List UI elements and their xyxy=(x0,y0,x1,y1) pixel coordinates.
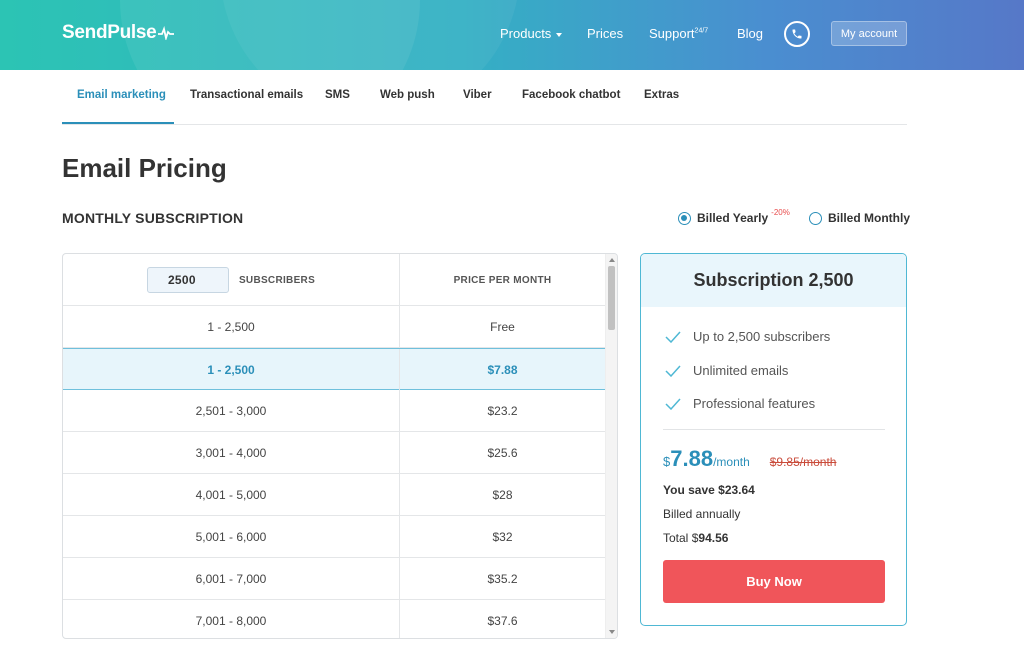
billed-yearly-label: Billed Yearly xyxy=(697,211,769,225)
card-title: Subscription 2,500 xyxy=(641,254,906,307)
subscription-card: Subscription 2,500 Up to 2,500 subscribe… xyxy=(640,253,907,626)
nav-support-sup: 24/7 xyxy=(694,27,709,35)
pulse-icon xyxy=(158,26,175,40)
range-cell: 6,001 - 7,000 xyxy=(63,558,400,600)
caret-down-icon xyxy=(556,32,563,37)
scroll-up-arrow-icon[interactable] xyxy=(609,258,615,262)
price-cell: Free xyxy=(490,320,515,334)
price-cell: $35.2 xyxy=(487,572,518,586)
table-row-selected[interactable]: 1 - 2,500 $7.88 xyxy=(63,348,605,391)
check-icon xyxy=(665,364,681,377)
nav-blog-label: Blog xyxy=(737,26,764,41)
price-cell: $23.2 xyxy=(487,404,518,418)
nav-prices[interactable]: Prices xyxy=(587,26,623,41)
check-icon xyxy=(665,330,681,343)
price-line: $ 7.88 /month $9.85/month xyxy=(663,446,836,472)
table-row[interactable]: 1 - 2,500 Free xyxy=(63,306,605,348)
page-title: Email Pricing xyxy=(62,153,227,183)
tab-sms[interactable]: SMS xyxy=(325,89,350,101)
range-cell: 2,501 - 3,000 xyxy=(63,390,400,432)
range-cell: 3,001 - 4,000 xyxy=(63,432,400,474)
feature-label: Professional features xyxy=(693,396,816,411)
price-cell: $32 xyxy=(492,530,513,544)
header: SendPulse Products Prices Support24/7 Bl… xyxy=(0,0,1024,70)
price-header: PRICE PER MONTH xyxy=(453,274,552,286)
range-cell: 5,001 - 6,000 xyxy=(63,516,400,558)
range-cell: 4,001 - 5,000 xyxy=(63,474,400,516)
range-cell: 1 - 2,500 xyxy=(63,306,400,348)
price-value: 7.88 xyxy=(670,446,714,471)
table-scrollbar[interactable] xyxy=(605,254,617,638)
table-row[interactable]: 4,001 - 5,000 $28 xyxy=(63,474,605,516)
table-row[interactable]: 5,001 - 6,000 $32 xyxy=(63,516,605,558)
phone-button[interactable] xyxy=(784,21,810,47)
feature-label: Up to 2,500 subscribers xyxy=(693,329,831,344)
table-row[interactable]: 3,001 - 4,000 $25.6 xyxy=(63,432,605,474)
tab-viber[interactable]: Viber xyxy=(463,89,492,101)
check-icon xyxy=(665,397,681,410)
table-row[interactable]: 7,001 - 8,000 $37.6 xyxy=(63,600,605,638)
scroll-thumb[interactable] xyxy=(608,266,615,330)
my-account-button[interactable]: My account xyxy=(831,21,907,46)
subscribers-header: SUBSCRIBERS xyxy=(238,274,316,286)
radio-monthly[interactable] xyxy=(809,211,822,225)
billed-yearly-option[interactable]: Billed Yearly -20% xyxy=(678,207,790,225)
card-divider xyxy=(663,429,885,430)
billed-annually: Billed annually xyxy=(663,507,741,521)
yearly-discount-badge: -20% xyxy=(771,207,790,217)
radio-yearly[interactable] xyxy=(678,211,691,225)
nav-products-label: Products xyxy=(500,26,552,41)
nav-support-label: Support xyxy=(649,26,695,41)
price-unit: /month xyxy=(713,455,750,469)
total-value: 94.56 xyxy=(698,531,729,545)
product-tabs: Email marketing Transactional emails SMS… xyxy=(62,70,907,125)
tab-extras[interactable]: Extras xyxy=(644,89,679,101)
range-cell: 1 - 2,500 xyxy=(63,349,400,391)
tab-email-marketing[interactable]: Email marketing xyxy=(77,89,166,101)
total-label: Total xyxy=(663,531,689,545)
scroll-down-arrow-icon[interactable] xyxy=(609,630,615,634)
buy-now-button[interactable]: Buy Now xyxy=(663,560,885,603)
price-cell: $28 xyxy=(492,488,513,502)
nav-products[interactable]: Products xyxy=(500,26,563,41)
old-price: $9.85/month xyxy=(769,455,837,469)
tab-web-push[interactable]: Web push xyxy=(380,89,435,101)
nav-blog[interactable]: Blog xyxy=(737,26,763,41)
table-row[interactable]: 2,501 - 3,000 $23.2 xyxy=(63,390,605,432)
you-save-line: You save $23.64 xyxy=(663,483,755,497)
price-cell: $7.88 xyxy=(487,363,518,377)
price-cell: $37.6 xyxy=(487,614,518,628)
billed-monthly-option[interactable]: Billed Monthly xyxy=(809,211,910,225)
feature-item: Up to 2,500 subscribers xyxy=(665,329,830,344)
logo[interactable]: SendPulse xyxy=(62,22,175,44)
header-decoration xyxy=(220,0,520,70)
nav-support[interactable]: Support24/7 xyxy=(649,26,708,41)
logo-text: SendPulse xyxy=(62,22,157,43)
price-cell: $25.6 xyxy=(487,446,518,460)
you-save-label: You save xyxy=(663,483,715,497)
pricing-table: 2500 SUBSCRIBERS PRICE PER MONTH 1 - 2,5… xyxy=(62,253,618,639)
tab-transactional-emails[interactable]: Transactional emails xyxy=(190,89,303,101)
table-row[interactable]: 6,001 - 7,000 $35.2 xyxy=(63,558,605,600)
nav-prices-label: Prices xyxy=(587,26,624,41)
total-line: Total $94.56 xyxy=(663,531,728,545)
billed-monthly-label: Billed Monthly xyxy=(828,211,910,225)
tab-facebook-chatbot[interactable]: Facebook chatbot xyxy=(522,89,620,101)
subscribers-header-cell: 2500 SUBSCRIBERS xyxy=(63,254,400,306)
active-tab-indicator xyxy=(62,122,174,124)
section-title: MONTHLY SUBSCRIPTION xyxy=(62,210,244,226)
range-cell: 7,001 - 8,000 xyxy=(63,600,400,638)
feature-item: Professional features xyxy=(665,396,815,411)
table-header: 2500 SUBSCRIBERS PRICE PER MONTH xyxy=(63,254,605,306)
price-currency: $ xyxy=(663,454,671,469)
feature-item: Unlimited emails xyxy=(665,363,788,378)
phone-icon xyxy=(792,29,802,39)
you-save-value: $23.64 xyxy=(718,483,755,497)
feature-label: Unlimited emails xyxy=(693,363,789,378)
subscribers-input[interactable]: 2500 xyxy=(146,267,229,293)
